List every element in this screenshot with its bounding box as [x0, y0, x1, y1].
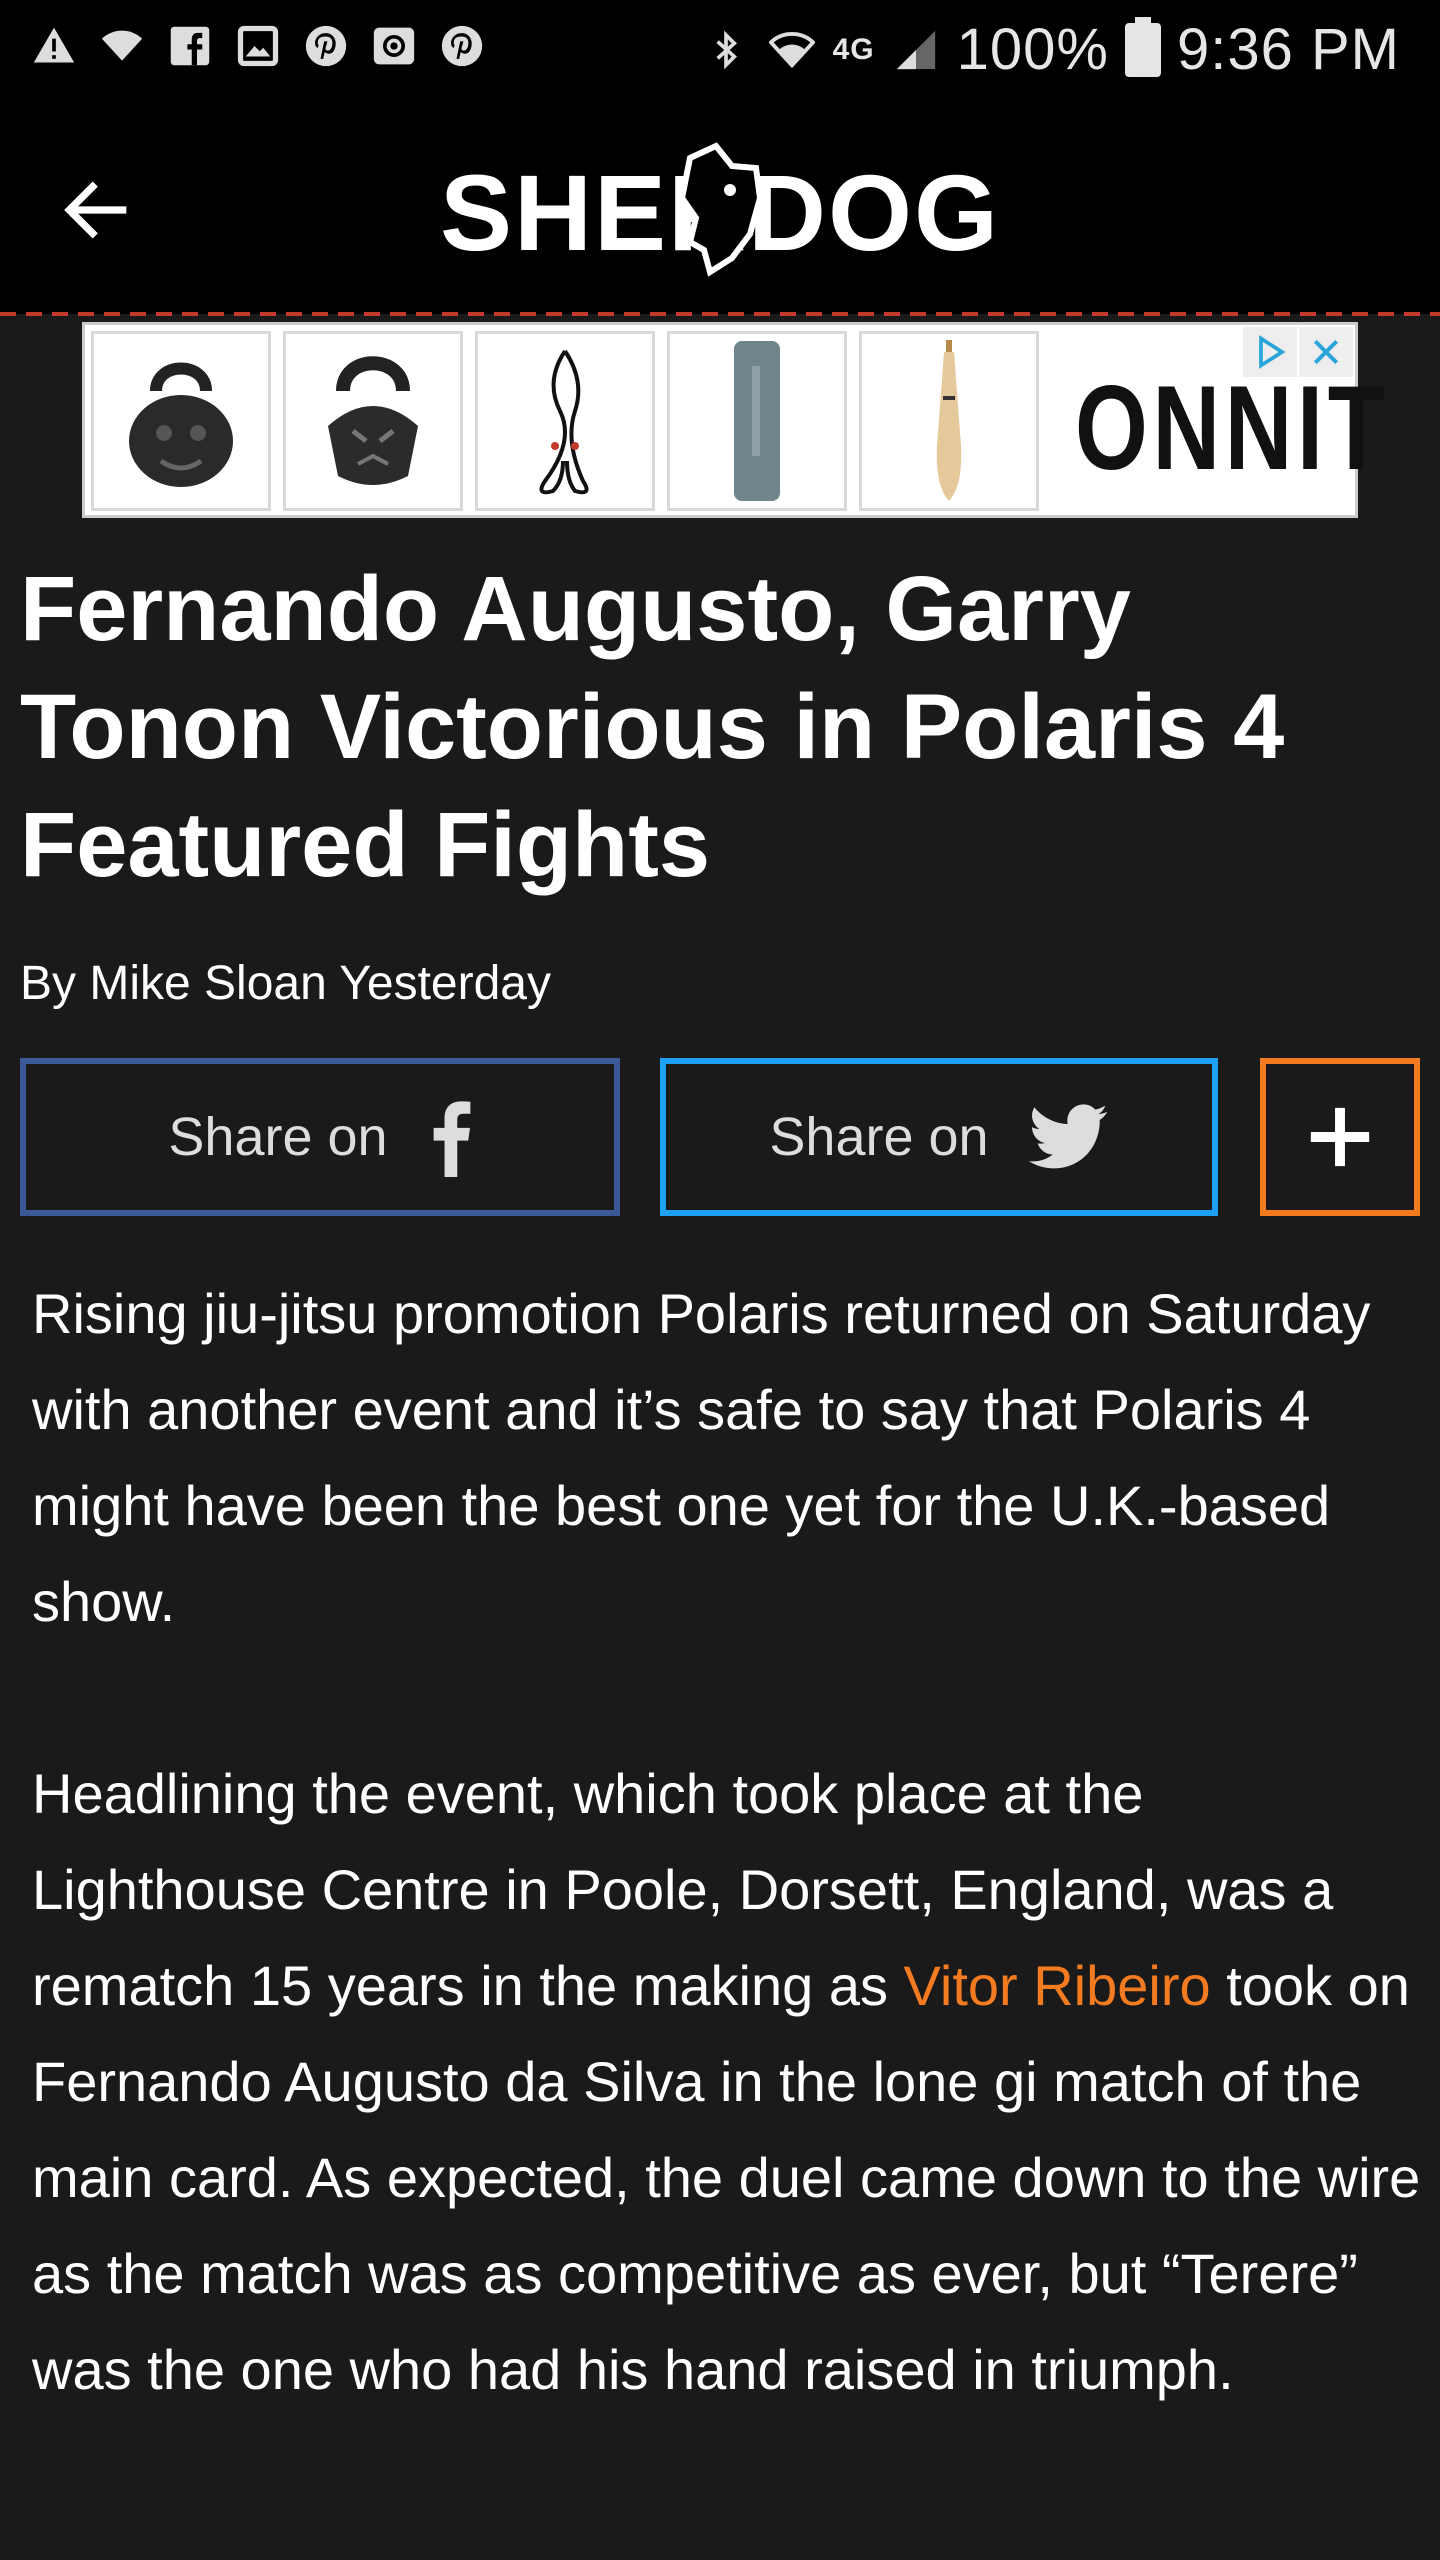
- rope-icon: [539, 349, 589, 495]
- article-title: Fernando Augusto, Garry Tonon Victorious…: [20, 558, 1285, 896]
- ad-product[interactable]: [475, 331, 655, 511]
- ad-choices-icon[interactable]: [1243, 327, 1297, 377]
- ad-close-button[interactable]: [1299, 327, 1353, 377]
- share-twitter-button[interactable]: Share on: [660, 1058, 1218, 1216]
- notification-icons: [30, 22, 486, 70]
- arrow-left-icon: [64, 181, 127, 239]
- email-icon: [370, 22, 418, 70]
- share-label: Share on: [769, 1107, 989, 1167]
- twitter-icon: [1028, 1104, 1107, 1169]
- status-bar: 4G 100% 9:36 PM: [0, 0, 1440, 100]
- battery-icon: [1125, 16, 1161, 77]
- club-icon: [936, 340, 962, 501]
- kettlebell-icon: [328, 356, 418, 485]
- paragraph-text: took on Fernando Augusto da Silva in the…: [32, 1954, 1421, 2401]
- sherdog-logo[interactable]: SHERDOG: [360, 138, 1080, 278]
- kettlebell-icon: [129, 362, 233, 487]
- facebook-icon: [433, 1101, 470, 1177]
- network-type: 4G: [832, 32, 875, 66]
- app-bar: SHERDOG: [0, 100, 1440, 314]
- battery-percent: 100%: [956, 17, 1109, 82]
- wifi-icon: [98, 22, 146, 70]
- share-facebook-button[interactable]: Share on: [20, 1058, 620, 1216]
- clock: 9:36 PM: [1177, 17, 1400, 82]
- article-byline: By Mike Sloan Yesterday: [20, 957, 551, 1010]
- article-paragraph: Headlining the event, which took place a…: [32, 1746, 1422, 2418]
- ad-product[interactable]: [283, 331, 463, 511]
- facebook-icon: [166, 22, 214, 70]
- article-paragraph: Rising jiu-jitsu promotion Polaris retur…: [32, 1282, 1371, 1633]
- plus-icon: [1310, 1107, 1370, 1167]
- ad-brand-name[interactable]: ONNIT: [1075, 359, 1390, 497]
- share-label: Share on: [168, 1107, 388, 1167]
- system-status: 4G 100% 9:36 PM: [701, 16, 1400, 83]
- pinterest-icon: [302, 22, 350, 70]
- ad-banner[interactable]: ONNIT: [82, 322, 1385, 518]
- ad-product[interactable]: [667, 331, 847, 511]
- ad-product[interactable]: [91, 331, 271, 511]
- back-button[interactable]: [56, 170, 136, 250]
- fighter-link-vitor-ribeiro[interactable]: Vitor Ribeiro: [904, 1954, 1211, 2017]
- ad-product[interactable]: [859, 331, 1039, 511]
- logo-mark: SHERDOG: [440, 142, 998, 277]
- signal-icon: [891, 25, 941, 75]
- wifi-icon: [767, 25, 817, 75]
- gallery-icon: [234, 22, 282, 70]
- warning-icon: [30, 22, 78, 70]
- article-body: Rising jiu-jitsu promotion Polaris retur…: [32, 1266, 1422, 2514]
- header-divider: [0, 312, 1440, 316]
- share-more-button[interactable]: [1260, 1058, 1420, 1216]
- pinterest-icon: [438, 22, 486, 70]
- bluetooth-icon: [701, 25, 751, 75]
- foam-roller-icon: [734, 341, 780, 501]
- close-icon: [1313, 339, 1339, 365]
